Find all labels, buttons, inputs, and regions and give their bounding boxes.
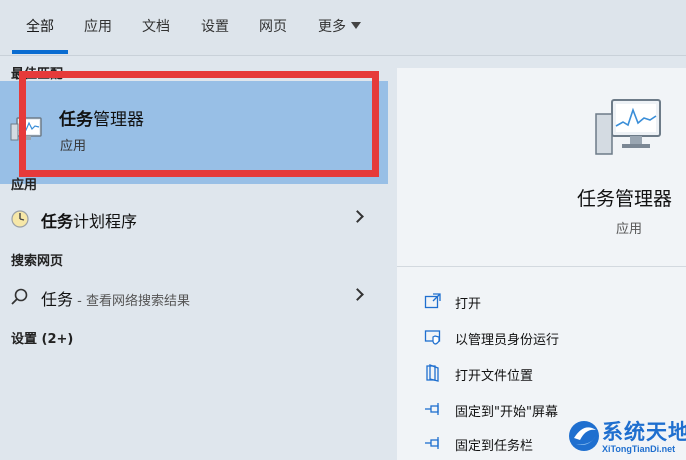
admin-shield-icon (424, 330, 441, 345)
tab-web[interactable]: 网页 (259, 16, 287, 36)
app-item-rest: 计划程序 (73, 212, 138, 231)
chevron-right-icon[interactable] (351, 210, 364, 223)
app-task-scheduler-item[interactable]: 任务计划程序 (0, 201, 388, 237)
watermark-logo-icon (569, 421, 599, 451)
chevron-down-icon (351, 22, 361, 29)
tab-apps[interactable]: 应用 (84, 16, 112, 36)
action-label: 以管理员身份运行 (455, 333, 560, 348)
watermark-url: XiTongTianDi.net (602, 444, 676, 454)
pin-icon (425, 437, 439, 449)
app-type: 应用 (616, 222, 643, 237)
action-label: 固定到"开始"屏幕 (455, 405, 558, 420)
clock-icon (11, 210, 29, 228)
pin-icon (425, 403, 439, 415)
web-item-desc: - 查看网络搜索结果 (73, 294, 190, 309)
tab-more[interactable]: 更多 (318, 16, 361, 36)
file-location-icon (426, 364, 439, 382)
action-label: 固定到任务栏 (455, 439, 534, 454)
chevron-right-icon[interactable] (351, 288, 364, 301)
task-manager-large-icon (595, 99, 661, 155)
tab-more-label: 更多 (318, 19, 346, 35)
tab-settings[interactable]: 设置 (201, 16, 229, 36)
detail-panel: 任务管理器 应用 打开 以管理员身份运行 打开文件位置 固定到"开始"屏幕 固定… (397, 68, 686, 460)
results-list: 最佳匹配 任务管理器 应用 应用 任务计划程序 搜索网页 任务 - 查看网络搜索… (0, 57, 388, 460)
action-run-as-admin[interactable]: 以管理员身份运行 (424, 324, 674, 352)
watermark-text: 系统天地 (602, 420, 686, 444)
web-search-item[interactable]: 任务 - 查看网络搜索结果 (0, 279, 388, 315)
action-open-file-location[interactable]: 打开文件位置 (424, 360, 674, 388)
web-item-query: 任务 (41, 290, 74, 309)
app-title: 任务管理器 (577, 188, 673, 210)
apps-heading: 应用 (11, 178, 38, 193)
site-watermark: 系统天地 XiTongTianDi.net (566, 414, 686, 460)
active-tab-indicator (12, 50, 68, 54)
highlight-annotation-box (19, 71, 379, 177)
action-open[interactable]: 打开 (424, 288, 674, 316)
settings-heading[interactable]: 设置 (2+) (11, 328, 73, 347)
tab-documents[interactable]: 文档 (142, 16, 170, 36)
action-label: 打开 (455, 297, 482, 312)
app-item-bold: 任务 (41, 212, 74, 231)
tab-all[interactable]: 全部 (26, 16, 54, 36)
web-search-heading: 搜索网页 (11, 254, 64, 269)
open-icon (424, 293, 441, 309)
web-item-label: 任务 - 查看网络搜索结果 (41, 286, 190, 310)
search-icon (11, 288, 28, 305)
action-label: 打开文件位置 (455, 369, 534, 384)
app-item-label: 任务计划程序 (41, 208, 137, 232)
divider (397, 266, 686, 267)
search-tab-bar: 全部 应用 文档 设置 网页 更多 (0, 0, 686, 56)
